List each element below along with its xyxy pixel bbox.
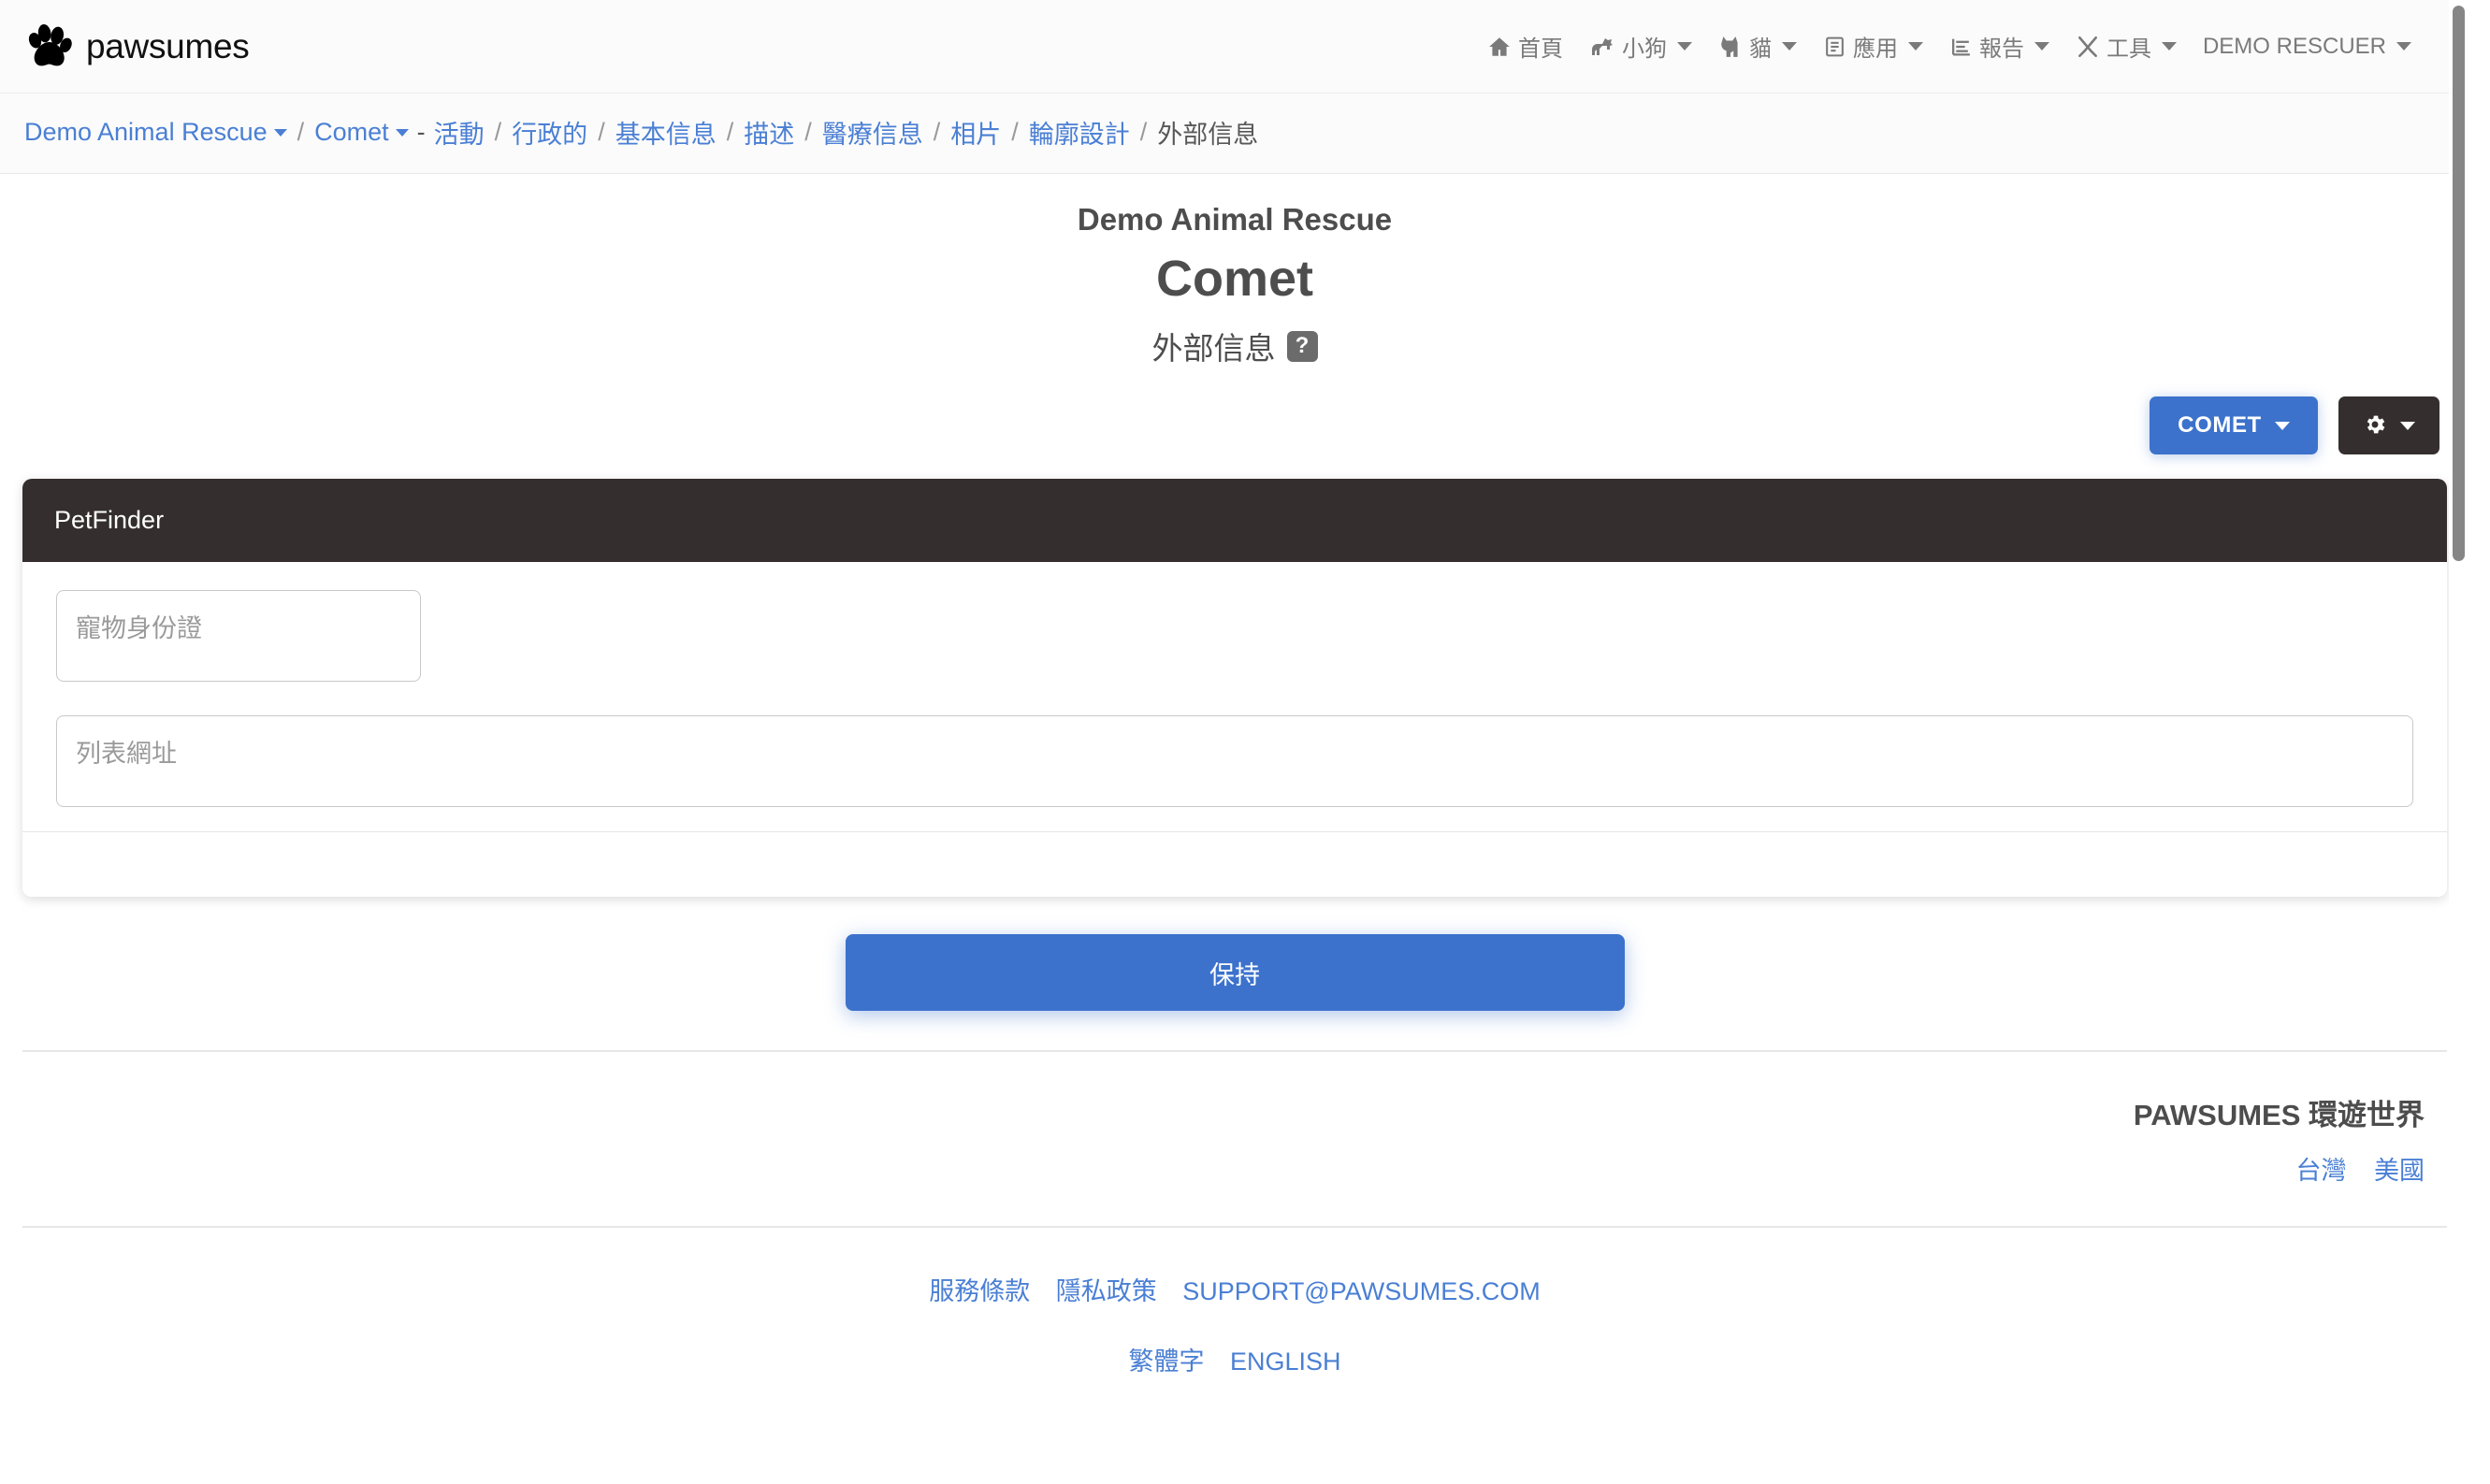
chevron-down-icon — [1907, 42, 1923, 50]
breadcrumb-separator: / — [726, 118, 734, 146]
chevron-down-icon — [1781, 42, 1797, 50]
breadcrumb-item-animal[interactable]: Comet — [314, 118, 409, 147]
nav-item-cats[interactable]: 貓 — [1705, 21, 1810, 72]
breadcrumb-item-medical-info[interactable]: 醫療信息 — [822, 114, 923, 151]
animal-menu-button[interactable]: COMET — [2150, 396, 2318, 455]
nav-label: DEMO RESCUER — [2202, 33, 2386, 59]
help-icon[interactable]: ? — [1286, 330, 1318, 362]
top-navbar: pawsumes 首頁 小狗 貓 應用 報告 工具 DEMO RESCUER — [0, 0, 2469, 94]
nav-label: 小狗 — [1621, 36, 1667, 62]
breadcrumb-label: Comet — [314, 118, 389, 146]
paw-icon — [22, 22, 73, 72]
page-root: pawsumes 首頁 小狗 貓 應用 報告 工具 DEMO RESCUER D… — [0, 0, 2469, 1484]
chevron-down-icon — [395, 128, 409, 137]
footer-language-links: 繁體字 ENGLISH — [0, 1307, 2469, 1377]
chevron-down-icon — [1676, 42, 1692, 50]
breadcrumb-separator: / — [933, 118, 941, 146]
chevron-down-icon — [2274, 421, 2290, 430]
section-subtitle: 外部信息 ? — [0, 324, 2469, 368]
breadcrumb-item-external-info: 外部信息 — [1157, 121, 1259, 149]
save-button[interactable]: 保持 — [845, 934, 1625, 1012]
breadcrumb-item-basic-info[interactable]: 基本信息 — [615, 114, 717, 151]
bar-chart-icon — [1949, 35, 1973, 59]
footer-links: 服務條款 隱私政策 SUPPORT@PAWSUMES.COM — [0, 1228, 2469, 1307]
breadcrumb-separator: / — [598, 118, 605, 146]
page-scrollbar[interactable] — [2449, 0, 2469, 1484]
breadcrumb-item-description[interactable]: 描述 — [744, 114, 794, 151]
tools-icon — [2076, 35, 2100, 59]
footer-link-privacy[interactable]: 隱私政策 — [1056, 1277, 1157, 1305]
pet-id-input[interactable] — [56, 590, 421, 683]
chevron-down-icon — [2034, 42, 2049, 50]
footer-brand-row: PAWSUMES 環遊世界 — [0, 1052, 2469, 1133]
settings-menu-button[interactable] — [2338, 396, 2439, 455]
nav-item-dogs[interactable]: 小狗 — [1576, 21, 1705, 72]
chevron-down-icon — [2396, 42, 2411, 50]
navbar-menu: 首頁 小狗 貓 應用 報告 工具 DEMO RESCUER — [1474, 21, 2443, 72]
scrollbar-thumb[interactable] — [2453, 6, 2465, 561]
language-link-traditional-chinese[interactable]: 繁體字 — [1128, 1347, 1204, 1376]
nav-item-tools[interactable]: 工具 — [2063, 21, 2190, 72]
card-body — [22, 562, 2447, 831]
nav-label: 應用 — [1852, 36, 1898, 62]
brand-logo-link[interactable]: pawsumes — [22, 22, 250, 72]
nav-item-reports[interactable]: 報告 — [1936, 21, 2063, 72]
brand-name: pawsumes — [86, 26, 250, 65]
chevron-down-icon — [273, 128, 287, 137]
breadcrumb-separator: / — [1139, 118, 1148, 146]
breadcrumb-separator: - — [416, 118, 426, 146]
footer-link-support-email[interactable]: SUPPORT@PAWSUMES.COM — [1182, 1277, 1540, 1305]
breadcrumb-item-administrative[interactable]: 行政的 — [512, 114, 587, 151]
nav-item-applications[interactable]: 應用 — [1810, 21, 1936, 72]
breadcrumb-separator: / — [297, 118, 305, 146]
listing-url-input[interactable] — [56, 715, 2413, 808]
footer-link-terms[interactable]: 服務條款 — [929, 1277, 1030, 1305]
animal-menu-label: COMET — [2178, 412, 2262, 439]
footer-brand-text: PAWSUMES 環遊世界 — [2133, 1099, 2425, 1132]
breadcrumb: Demo Animal Rescue / Comet - 活動 / 行政的 / … — [0, 94, 2469, 174]
dog-icon — [1589, 35, 1615, 59]
page-heading: Demo Animal Rescue Comet 外部信息 ? — [0, 174, 2469, 368]
country-link-taiwan[interactable]: 台灣 — [2295, 1157, 2346, 1185]
breadcrumb-label: Demo Animal Rescue — [24, 118, 268, 146]
home-icon — [1487, 35, 1512, 59]
page-title: Comet — [1155, 250, 1313, 307]
cat-icon — [1718, 35, 1743, 59]
card-title: PetFinder — [54, 506, 165, 535]
nav-item-home[interactable]: 首頁 — [1474, 21, 1576, 72]
organization-name: Demo Animal Rescue — [1077, 202, 1393, 237]
action-button-group: COMET — [0, 368, 2469, 455]
chevron-down-icon — [2400, 421, 2415, 430]
nav-item-user-menu[interactable]: DEMO RESCUER — [2190, 24, 2425, 69]
breadcrumb-separator: / — [1011, 118, 1019, 146]
card-footer — [22, 831, 2447, 898]
nav-label: 報告 — [1978, 36, 2024, 62]
country-link-usa[interactable]: 美國 — [2374, 1157, 2425, 1185]
section-label: 外部信息 — [1151, 331, 1276, 367]
nav-label: 工具 — [2106, 36, 2151, 62]
gear-icon — [2363, 412, 2387, 439]
breadcrumb-item-activity[interactable]: 活動 — [434, 114, 485, 151]
breadcrumb-item-photos[interactable]: 相片 — [950, 114, 1001, 151]
save-button-row: 保持 — [0, 897, 2469, 1012]
card-header: PetFinder — [22, 479, 2447, 563]
language-link-english[interactable]: ENGLISH — [1230, 1347, 1341, 1376]
breadcrumb-item-organization[interactable]: Demo Animal Rescue — [24, 118, 287, 147]
footer-country-links: 台灣 美國 — [0, 1133, 2469, 1187]
petfinder-card: PetFinder — [22, 479, 2447, 898]
nav-label: 首頁 — [1517, 36, 1563, 62]
chevron-down-icon — [2161, 42, 2177, 50]
breadcrumb-item-profile-design[interactable]: 輪廓設計 — [1029, 114, 1130, 151]
breadcrumb-separator: / — [804, 118, 812, 146]
nav-label: 貓 — [1748, 36, 1772, 62]
breadcrumb-separator: / — [494, 118, 502, 146]
clipboard-icon — [1823, 35, 1846, 59]
